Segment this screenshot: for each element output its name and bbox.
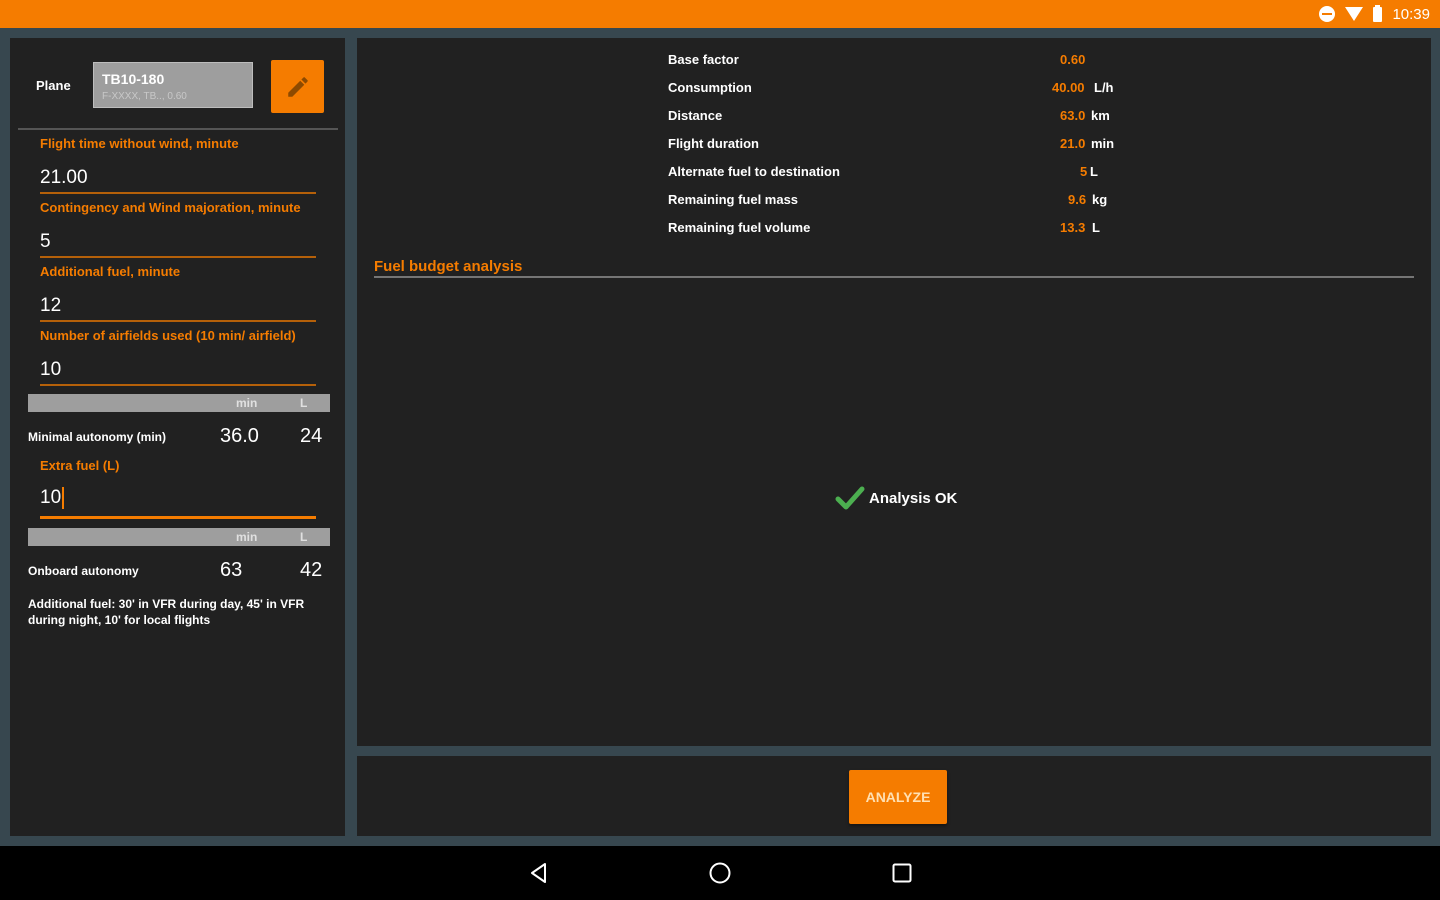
text-cursor [62,486,65,509]
field-label: Contingency and Wind majoration, minute [40,200,301,215]
result-value: 13.3 [1060,220,1086,235]
minimal-autonomy-min: 36.0 [220,425,259,447]
field-underline-active [40,516,316,519]
field-label: Extra fuel (L) [40,458,120,473]
onboard-autonomy-min: 63 [220,559,243,581]
input-panel: Plane TB10-180 F-XXXX, TB.., 0.60 Flight… [10,38,345,836]
extra-fuel-input[interactable]: 10 [40,484,316,512]
result-row: Alternate fuel to destination 5 L [668,158,1128,186]
navigation-bar [0,846,1440,900]
result-name: Base factor [668,52,739,67]
minimal-autonomy-label: Minimal autonomy (min) [28,430,166,444]
onboard-autonomy-row: Onboard autonomy 63 42 [28,556,330,586]
result-row: Consumption 40.00 L/h [668,74,1128,102]
result-name: Distance [668,108,723,123]
home-button[interactable] [707,860,733,886]
result-unit: min [1091,136,1115,151]
do-not-disturb-icon [1319,6,1336,22]
wifi-icon [1345,7,1364,21]
field-underline [40,384,316,386]
unit-min: min [236,396,258,410]
flight-time-field[interactable]: Flight time without wind, minute 21.00 [40,136,316,194]
extra-fuel-field[interactable]: Extra fuel (L) 10 [40,458,316,519]
result-value: 5 [1080,164,1088,179]
plane-label: Plane [36,78,71,93]
status-time: 10:39 [1392,5,1430,23]
divider [18,128,338,130]
additional-fuel-field[interactable]: Additional fuel, minute 12 [40,264,316,322]
analysis-text: Analysis OK [869,489,958,507]
result-row: Remaining fuel mass 9.6 kg [668,186,1128,214]
field-label: Flight time without wind, minute [40,136,239,151]
recents-icon [892,863,912,883]
section-divider [374,276,1414,278]
result-name: Alternate fuel to destination [668,164,840,179]
flight-time-input[interactable]: 21.00 [40,164,316,192]
additional-fuel-note: Additional fuel: 30' in VFR during day, … [28,597,305,627]
back-icon [531,863,546,883]
home-icon [709,862,731,884]
unit-header: min L [28,528,330,546]
results-panel: Base factor 0.60 Consumption 40.00 L/h D… [357,38,1431,746]
back-button[interactable] [526,860,552,886]
plane-selector[interactable]: TB10-180 F-XXXX, TB.., 0.60 [93,62,253,108]
result-value: 21.0 [1060,136,1086,151]
result-value: 63.0 [1060,108,1086,123]
result-unit: km [1091,108,1110,123]
plane-row: Plane TB10-180 F-XXXX, TB.., 0.60 [10,38,345,128]
onboard-autonomy-l: 42 [300,559,323,581]
result-unit: L [1092,220,1100,235]
field-underline [40,192,316,194]
plane-details: F-XXXX, TB.., 0.60 [102,91,187,102]
unit-min: min [236,530,258,544]
result-name: Remaining fuel mass [668,192,799,207]
result-value: 0.60 [1060,52,1086,67]
additional-fuel-input[interactable]: 12 [40,292,316,320]
minimal-autonomy-l: 24 [300,425,323,447]
result-row: Distance 63.0 km [668,102,1128,130]
contingency-input[interactable]: 5 [40,228,316,256]
status-bar: 10:39 [0,0,1440,28]
result-unit: L [1090,164,1098,179]
result-name: Consumption [668,80,752,95]
field-underline [40,256,316,258]
result-name: Remaining fuel volume [668,220,811,235]
recents-button[interactable] [889,860,915,886]
unit-header: min L [28,394,330,412]
field-underline [40,320,316,322]
unit-l: L [300,396,308,410]
field-label: Number of airfields used (10 min/ airfie… [40,328,296,343]
contingency-field[interactable]: Contingency and Wind majoration, minute … [40,200,316,258]
unit-l: L [300,530,308,544]
airfields-input[interactable]: 10 [40,356,316,384]
extra-fuel-value: 10 [40,487,62,508]
result-unit: L/h [1094,80,1114,95]
result-value: 9.6 [1068,192,1087,207]
action-panel: ANALYZE [357,756,1431,836]
result-row: Flight duration 21.0 min [668,130,1128,158]
analyze-button[interactable]: ANALYZE [849,770,947,824]
result-name: Flight duration [668,136,759,151]
pencil-icon [287,76,308,97]
minimal-autonomy-row: Minimal autonomy (min) 36.0 24 [28,422,330,452]
checkmark-icon [835,486,865,510]
airfields-field[interactable]: Number of airfields used (10 min/ airfie… [40,328,316,386]
analysis-result: Analysis OK [835,486,957,510]
result-unit: kg [1092,192,1108,207]
onboard-autonomy-label: Onboard autonomy [28,564,139,578]
result-value: 40.00 [1052,80,1085,95]
edit-plane-button[interactable] [271,60,324,113]
result-row: Base factor 0.60 [668,46,1128,74]
section-title: Fuel budget analysis [374,258,523,275]
result-row: Remaining fuel volume 13.3 L [668,214,1128,242]
field-label: Additional fuel, minute [40,264,181,279]
battery-icon [1373,4,1383,22]
plane-name: TB10-180 [102,71,165,87]
